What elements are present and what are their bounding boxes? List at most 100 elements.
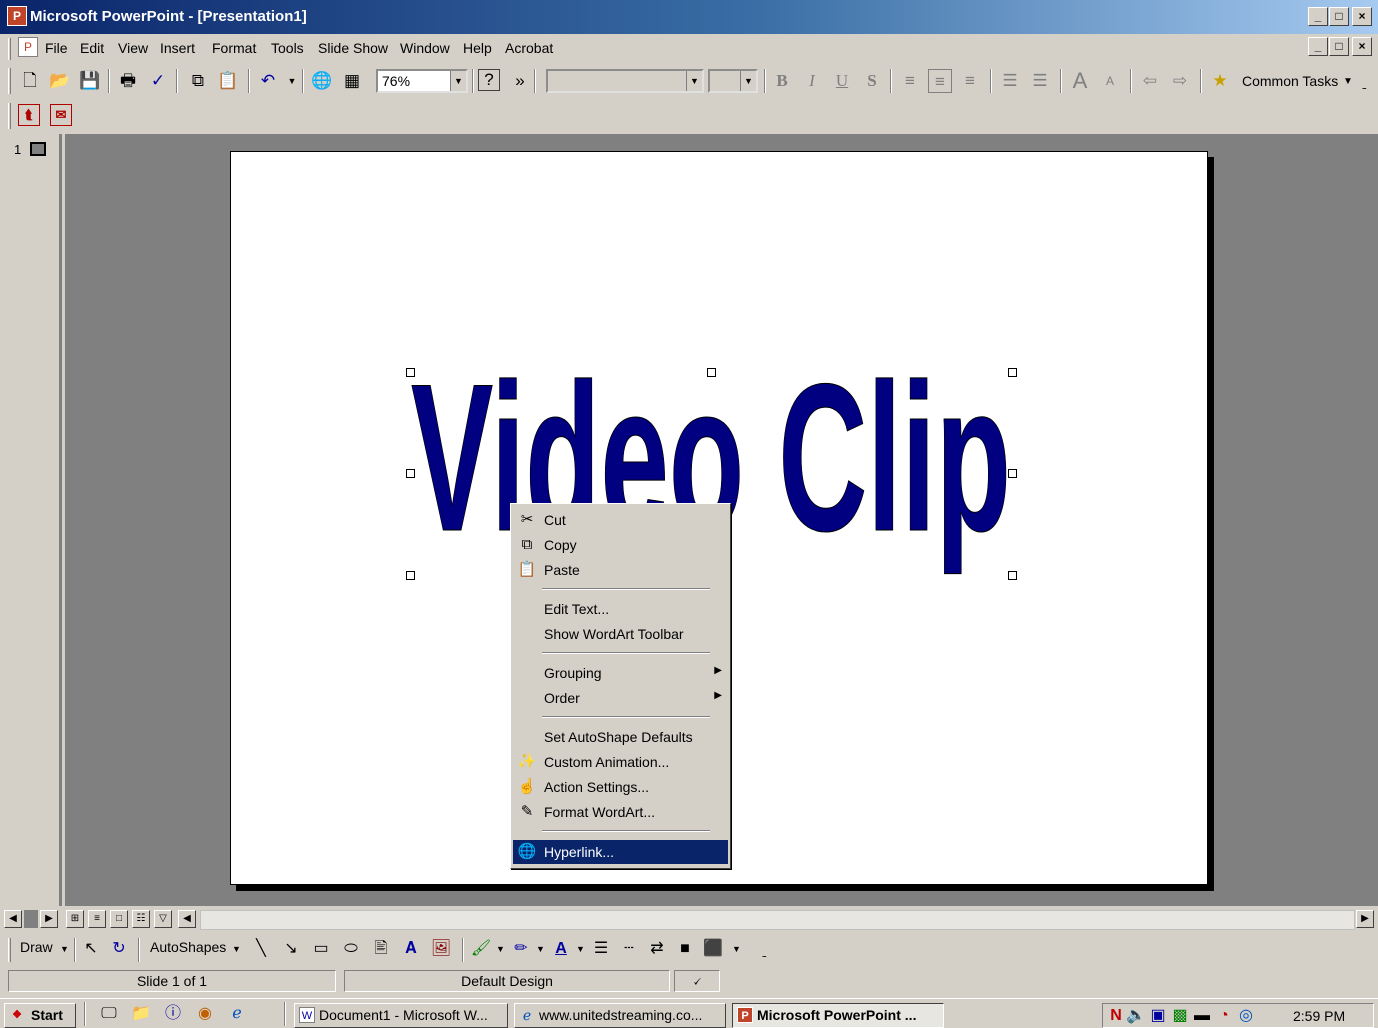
menu-item-label: Grouping	[544, 665, 602, 681]
scissors-icon: ✂	[520, 511, 534, 528]
volume-icon[interactable]: 🔈	[1125, 1005, 1147, 1027]
selection-handle[interactable]	[1008, 571, 1017, 580]
quick-launch-icon[interactable]: 📁	[130, 1003, 152, 1025]
menu-separator	[542, 588, 710, 590]
task-unitedstreaming[interactable]: ℯ www.unitedstreaming.co...	[514, 1003, 726, 1028]
tray-app-icon[interactable]: ◎	[1235, 1005, 1257, 1027]
menu-item-label: Order	[544, 690, 580, 706]
menu-separator	[542, 652, 710, 654]
menu-item-hyperlink[interactable]: 🌐 Hyperlink...	[513, 840, 728, 864]
system-tray: N 🔈 ▣ ▩ ▬ ◔ ◎ 2:59 PM	[1102, 1003, 1374, 1028]
paste-icon: 📋	[517, 561, 537, 578]
chevron-down-icon[interactable]: ▼	[60, 944, 69, 954]
tray-app-icon[interactable]: ◔	[1213, 1005, 1235, 1027]
quick-launch-icon[interactable]: ⓘ	[162, 1003, 184, 1025]
menu-item-label: Edit Text...	[544, 601, 610, 617]
menu-item-label: Set AutoShape Defaults	[544, 729, 693, 745]
ie-icon[interactable]: ℯ	[226, 1003, 248, 1025]
menu-item-label: Custom Animation...	[544, 754, 670, 770]
fill-color-icon[interactable]: 🖌	[470, 938, 492, 960]
menu-item-format-wordart[interactable]: ✎ Format WordArt...	[513, 800, 728, 824]
menu-item-label: Action Settings...	[544, 779, 650, 795]
line-icon[interactable]: ╲	[250, 938, 272, 960]
3d-icon[interactable]: ⬛	[702, 938, 724, 960]
selection-handle[interactable]	[1008, 469, 1017, 478]
draw-menu-button[interactable]: Draw	[20, 939, 53, 955]
arrow-style-icon[interactable]: ⇄	[646, 938, 668, 960]
slide-show-icon[interactable]: ▽	[154, 910, 172, 928]
menu-item-label: Copy	[544, 537, 577, 553]
selection-handle[interactable]	[707, 368, 716, 377]
menu-item-edit-text[interactable]: Edit Text...	[513, 597, 728, 621]
show-desktop-icon[interactable]: 🖵	[98, 1003, 120, 1025]
select-objects-icon[interactable]: ↖	[80, 938, 102, 960]
tray-app-icon[interactable]: ▬	[1191, 1005, 1213, 1027]
task-label: Document1 - Microsoft W...	[319, 1007, 488, 1023]
menu-item-action-settings[interactable]: ☝ Action Settings...	[513, 775, 728, 799]
media-player-icon[interactable]: ◉	[194, 1003, 216, 1025]
menu-item-order[interactable]: Order ▶	[513, 686, 728, 710]
text-box-icon[interactable]: 🖹	[370, 938, 392, 960]
free-rotate-icon[interactable]: ↻	[108, 938, 130, 960]
shadow-icon[interactable]: ■	[674, 938, 696, 960]
scroll-right-icon[interactable]: ▶	[1356, 910, 1374, 928]
drawing-toolbar: Draw ▼ ↖ ↻ AutoShapes ▼ ╲ ↘ ▭ ⬭ 🖹 𝐀 🖼 🖌 …	[0, 934, 1378, 966]
outline-view-icon[interactable]: ≡	[88, 910, 106, 928]
menu-item-copy[interactable]: ⧉ Copy	[513, 533, 728, 557]
insert-clip-art-icon[interactable]: 🖼	[430, 938, 452, 960]
line-style-icon[interactable]: ☰	[590, 938, 612, 960]
slide-view-icon[interactable]: □	[110, 910, 128, 928]
tray-app-icon[interactable]: ▣	[1147, 1005, 1169, 1027]
menu-item-custom-animation[interactable]: ✨ Custom Animation...	[513, 750, 728, 774]
task-powerpoint[interactable]: P Microsoft PowerPoint ...	[732, 1003, 944, 1028]
menu-item-grouping[interactable]: Grouping ▶	[513, 661, 728, 685]
dash-style-icon[interactable]: ┄	[618, 938, 640, 960]
menu-item-set-autoshape-defaults[interactable]: Set AutoShape Defaults	[513, 725, 728, 749]
chevron-down-icon[interactable]: ▼	[732, 944, 741, 954]
menu-item-label: Hyperlink...	[544, 844, 615, 860]
toolbar-options-icon[interactable]: ˍ	[762, 942, 767, 958]
chevron-down-icon[interactable]: ▼	[232, 944, 241, 954]
action-settings-icon: ☝	[517, 778, 537, 795]
autoshapes-menu-button[interactable]: AutoShapes	[150, 939, 226, 955]
rectangle-icon[interactable]: ▭	[310, 938, 332, 960]
chevron-down-icon[interactable]: ▼	[536, 944, 545, 954]
selection-handle[interactable]	[406, 469, 415, 478]
norton-icon[interactable]: N	[1105, 1005, 1127, 1027]
arrow-icon[interactable]: ↘	[280, 938, 302, 960]
network-icon[interactable]: ▩	[1169, 1005, 1191, 1027]
selection-handle[interactable]	[406, 368, 415, 377]
copy-icon: ⧉	[521, 536, 533, 553]
menu-item-label: Show WordArt Toolbar	[544, 626, 684, 642]
windows-logo-icon: ❖	[12, 1009, 22, 1021]
scroll-left-icon[interactable]: ◀	[178, 910, 196, 928]
selection-handle[interactable]	[1008, 368, 1017, 377]
scroll-right-icon[interactable]: ▶	[40, 910, 58, 928]
hyperlink-icon: 🌐	[517, 843, 537, 860]
custom-animation-icon: ✨	[517, 753, 537, 770]
menu-item-paste[interactable]: 📋 Paste	[513, 558, 728, 582]
insert-wordart-icon[interactable]: 𝐀	[400, 938, 422, 960]
normal-view-icon[interactable]: ⊞	[66, 910, 84, 928]
spelling-status-icon[interactable]: 🗸	[674, 970, 720, 992]
menu-item-label: Cut	[544, 512, 566, 528]
start-button[interactable]: ❖ Start	[4, 1003, 76, 1028]
slide-sorter-view-icon[interactable]: ☷	[132, 910, 150, 928]
chevron-down-icon[interactable]: ▼	[576, 944, 585, 954]
task-label: Microsoft PowerPoint ...	[757, 1007, 917, 1023]
scroll-left-icon[interactable]: ◀	[4, 910, 22, 928]
line-color-icon[interactable]: ✏	[510, 938, 532, 960]
task-document1[interactable]: W Document1 - Microsoft W...	[294, 1003, 508, 1028]
selection-handle[interactable]	[406, 571, 415, 580]
menu-item-show-wordart-toolbar[interactable]: Show WordArt Toolbar	[513, 622, 728, 646]
chevron-down-icon[interactable]: ▼	[496, 944, 505, 954]
horizontal-scrollbar[interactable]	[200, 910, 1355, 930]
toolbar-grip[interactable]	[8, 938, 11, 962]
status-slide: Slide 1 of 1	[8, 970, 336, 992]
clock[interactable]: 2:59 PM	[1293, 1008, 1345, 1024]
menu-item-cut[interactable]: ✂ Cut	[513, 508, 728, 532]
font-color-icon[interactable]: A	[550, 938, 572, 960]
menu-item-label: Paste	[544, 562, 580, 578]
taskbar: ❖ Start 🖵 📁 ⓘ ◉ ℯ W Document1 - Microsof…	[0, 998, 1378, 1028]
oval-icon[interactable]: ⬭	[340, 938, 362, 960]
